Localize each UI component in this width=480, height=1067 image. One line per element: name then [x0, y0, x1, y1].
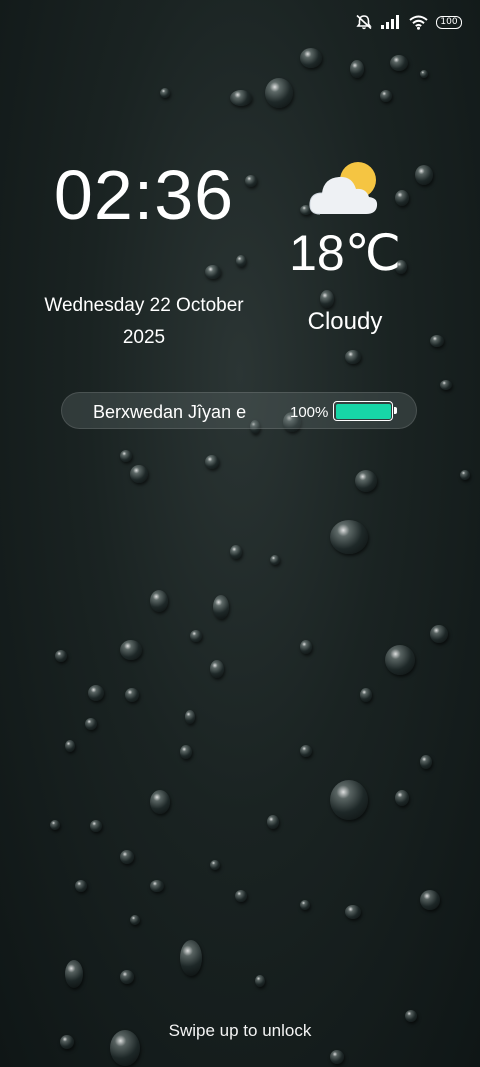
raindrop — [360, 688, 372, 702]
raindrop — [330, 520, 368, 554]
raindrop — [85, 718, 97, 730]
raindrop — [213, 595, 229, 619]
raindrop — [355, 470, 377, 492]
raindrop — [300, 745, 312, 757]
raindrop — [120, 850, 134, 864]
raindrop — [150, 790, 170, 814]
raindrop — [395, 790, 409, 806]
raindrop — [205, 265, 221, 279]
raindrop — [270, 555, 280, 565]
raindrop — [205, 455, 219, 469]
raindrop — [125, 688, 139, 702]
charging-percent: 100% — [290, 404, 329, 421]
raindrop — [210, 660, 224, 678]
raindrop — [420, 755, 432, 769]
raindrop — [55, 650, 67, 662]
raindrop — [420, 890, 440, 910]
swipe-up-hint[interactable]: Swipe up to unlock — [0, 1021, 480, 1041]
raindrop — [395, 190, 409, 206]
raindrop — [300, 900, 310, 910]
wifi-icon — [409, 15, 428, 30]
battery-charge-fill — [335, 403, 391, 419]
charging-label: Berxwedan Jîyan e — [93, 402, 247, 422]
battery-tip — [394, 407, 397, 414]
raindrop — [330, 1050, 344, 1064]
raindrop — [230, 545, 242, 559]
raindrop — [235, 890, 247, 902]
raindrop — [65, 740, 75, 752]
battery-icon: 100 — [436, 15, 462, 29]
raindrop — [120, 450, 132, 462]
raindrop — [255, 975, 265, 987]
clock-time: 02:36 — [53, 156, 235, 234]
raindrop — [130, 915, 140, 925]
raindrop — [320, 290, 334, 308]
raindrop — [380, 90, 392, 102]
raindrop — [267, 815, 279, 829]
raindrop — [210, 860, 220, 870]
status-bar: 100 — [355, 12, 462, 32]
raindrop — [390, 55, 408, 71]
clock-date: Wednesday 22 October 2025 — [44, 295, 244, 348]
raindrop — [415, 165, 433, 185]
raindrop — [430, 625, 448, 643]
raindrop — [150, 880, 164, 892]
raindrop — [430, 335, 444, 347]
raindrop — [90, 820, 102, 832]
raindrop — [230, 90, 252, 106]
raindrop — [385, 645, 415, 675]
raindrop — [180, 940, 202, 976]
raindrop — [120, 640, 142, 660]
weather-condition: Cloudy — [307, 308, 383, 335]
raindrop — [300, 48, 322, 68]
raindrop — [75, 880, 87, 892]
raindrop — [130, 465, 148, 483]
raindrop — [65, 960, 83, 988]
raindrop — [420, 70, 428, 78]
raindrop — [150, 590, 168, 612]
raindrop — [350, 60, 364, 78]
raindrop — [50, 820, 60, 830]
raindrop — [440, 380, 452, 390]
raindrop — [330, 780, 368, 820]
raindrop — [120, 970, 134, 984]
raindrop — [236, 255, 246, 267]
raindrop — [190, 630, 202, 642]
charging-banner[interactable]: Berxwedan Jîyan e 100% — [61, 392, 417, 429]
raindrop — [180, 745, 192, 759]
raindrop — [345, 350, 361, 364]
signal-icon — [381, 15, 401, 29]
raindrop — [88, 685, 104, 701]
raindrop — [300, 640, 312, 654]
raindrop — [160, 88, 170, 98]
partly-cloudy-icon — [306, 158, 386, 222]
mute-icon — [355, 14, 373, 30]
battery-charge-icon — [333, 401, 397, 421]
raindrop — [460, 470, 470, 480]
raindrop — [185, 710, 195, 724]
raindrop — [265, 78, 293, 108]
raindrop — [345, 905, 361, 919]
weather-temperature: 18℃ — [289, 225, 401, 281]
